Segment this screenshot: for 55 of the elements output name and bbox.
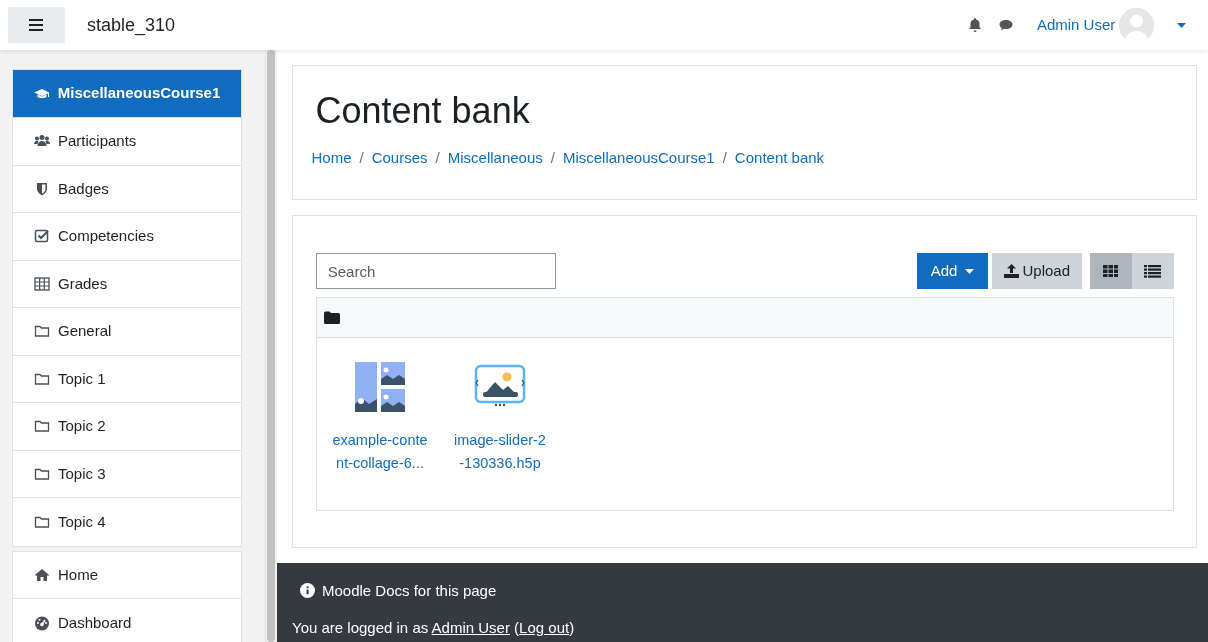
sidebar-item[interactable]: Competencies — [13, 213, 241, 261]
file-name-link[interactable]: example-conte nt-collage-6... — [324, 429, 436, 476]
collage-icon[interactable] — [353, 360, 407, 415]
upload-button[interactable]: Upload — [991, 253, 1082, 290]
sidebar-item[interactable]: Dashboard — [13, 599, 241, 642]
menu-icon — [29, 19, 43, 31]
list-icon — [1144, 264, 1161, 278]
breadcrumb-link[interactable]: Home — [311, 146, 352, 170]
scrollbar[interactable] — [267, 50, 275, 642]
user-name-link[interactable]: Admin User — [1036, 13, 1116, 37]
grid-view-button[interactable] — [1089, 253, 1132, 290]
breadcrumb-link[interactable]: Miscellaneous — [447, 146, 543, 170]
sidebar-item[interactable]: Home — [13, 551, 241, 599]
sidebar-item[interactable]: General — [13, 308, 241, 356]
course-title-item[interactable]: MiscellaneousCourse1 — [13, 70, 241, 118]
add-button[interactable]: Add — [916, 253, 988, 290]
chat-bubble-icon[interactable] — [998, 17, 1015, 33]
folder-icon — [34, 323, 50, 340]
caret-icon — [964, 268, 974, 274]
breadcrumb-link[interactable]: MiscellaneousCourse1 — [562, 146, 715, 170]
site-name[interactable]: stable_310 — [87, 11, 176, 39]
sidebar-item[interactable]: Badges — [13, 165, 241, 213]
logout-link[interactable]: Log out — [519, 619, 570, 637]
login-info-text: You are logged in as Admin User (Log out) — [292, 618, 576, 639]
list-view-button[interactable] — [1131, 253, 1174, 290]
sidebar-item[interactable]: Grades — [13, 260, 241, 308]
table-icon — [34, 275, 50, 292]
upload-icon — [1003, 264, 1019, 279]
checkbox-icon — [34, 228, 50, 245]
sidebar-item[interactable]: Topic 4 — [13, 498, 241, 546]
dashboard-gauge-icon — [34, 614, 50, 631]
home-icon — [34, 566, 50, 583]
breadcrumb-separator: / — [549, 147, 556, 168]
breadcrumb-separator: / — [358, 147, 365, 168]
breadcrumb-separator: / — [434, 147, 441, 168]
breadcrumb-separator: / — [721, 147, 728, 168]
docs-link[interactable]: Moodle Docs for this page — [322, 579, 497, 603]
breadcrumb-link[interactable]: Content bank — [734, 146, 825, 170]
folder-icon[interactable] — [324, 310, 340, 324]
caret-icon[interactable] — [1176, 22, 1186, 28]
info-icon — [299, 583, 315, 599]
page-title: Content bank — [315, 88, 531, 132]
sidebar-item[interactable]: Topic 3 — [13, 450, 241, 498]
folder-icon — [34, 418, 50, 435]
menu-button[interactable] — [7, 7, 65, 43]
sidebar-item[interactable]: Participants — [13, 118, 241, 166]
breadcrumb-link[interactable]: Courses — [371, 146, 428, 170]
file-name-link[interactable]: image-slider-2 -130336.h5p — [444, 429, 556, 476]
sidebar-item[interactable]: Topic 2 — [13, 403, 241, 451]
grid-icon — [1102, 264, 1119, 278]
user-profile-link[interactable]: Admin User — [431, 619, 510, 637]
search-field[interactable]: Search — [315, 253, 556, 290]
notification-bell-icon[interactable] — [967, 17, 984, 33]
shield-icon — [34, 180, 50, 197]
sidebar-item[interactable]: Topic 1 — [13, 355, 241, 403]
